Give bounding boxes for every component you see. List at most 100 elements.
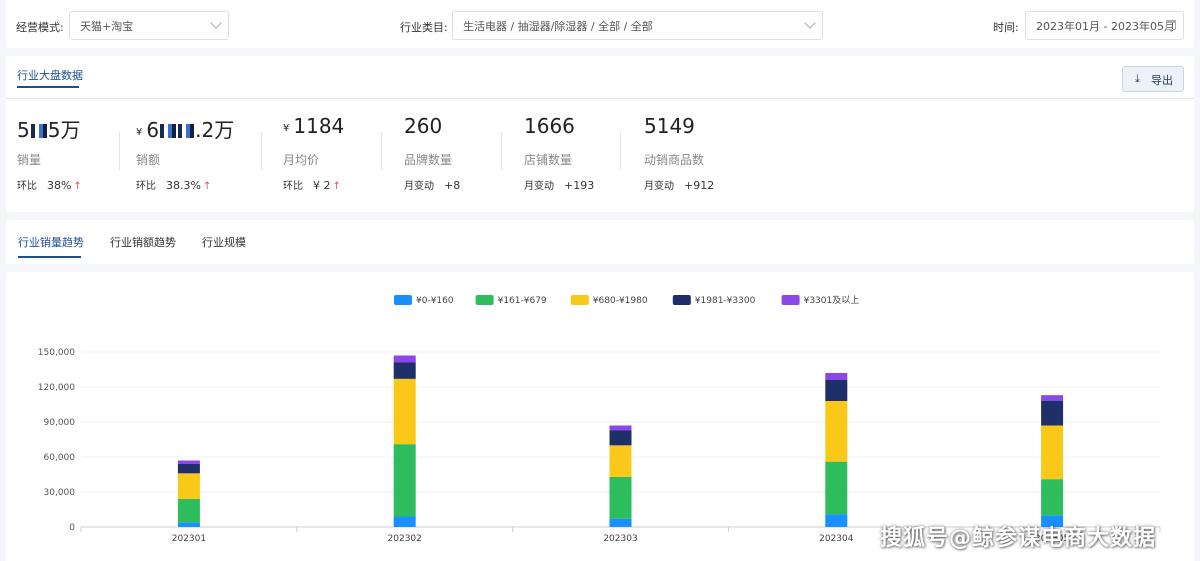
watermark: 搜狐号@鲸参谋电商大数据 (880, 526, 1157, 551)
y-tick-label: 150,000 (38, 348, 75, 358)
export-button[interactable]: ⤓ 导出 (1122, 66, 1184, 92)
bar-segment (609, 476, 632, 519)
metric-divider (501, 132, 502, 170)
arrow-up-icon: ↑ (73, 181, 82, 192)
bar-segment (393, 444, 416, 517)
y-tick-label: 120,000 (38, 383, 75, 393)
mode-value: 天猫+淘宝 (80, 20, 134, 33)
metric-store-count: 1666 店铺数量 月变动 +193 (524, 112, 644, 212)
arrow-up-icon: ↑ (332, 181, 341, 192)
metric-change: 月变动 +8 (404, 179, 461, 192)
bar-segment (1041, 395, 1064, 401)
category-label: 行业类目: (400, 21, 448, 34)
redaction-mosaic (30, 124, 47, 138)
date-range-picker[interactable]: 2023年01月 - 2023年05月 (1025, 11, 1184, 40)
arrow-up-icon: ↑ (202, 181, 212, 192)
metric-divider (119, 132, 120, 170)
category-select[interactable]: 生活电器 / 抽湿器/除湿器 / 全部 / 全部 (452, 11, 823, 40)
redaction-mosaic (178, 124, 195, 138)
category-value: 生活电器 / 抽湿器/除湿器 / 全部 / 全部 (463, 20, 653, 33)
date-range-value: 2023年01月 - 2023年05月 (1036, 20, 1175, 33)
metric-label: 店铺数量 (524, 153, 573, 167)
download-icon: ⤓ (1135, 72, 1140, 85)
legend-label: ¥680-¥1980 (593, 296, 648, 306)
metric-sales-amount: ¥6.2万 销额 环比 38.3% ↑ (136, 112, 256, 212)
bar-segment (825, 461, 848, 515)
filter-bar: 经营模式: 天猫+淘宝 行业类目: 生活电器 / 抽湿器/除湿器 / 全部 / … (6, 0, 1194, 48)
bar-segment (393, 362, 416, 379)
time-label: 时间: (993, 21, 1019, 34)
tab-industry-scale[interactable]: 行业规模 (202, 234, 246, 250)
metric-value: 5 5万 (17, 118, 81, 142)
y-tick-label: 30,000 (44, 488, 76, 498)
y-tick-label: 60,000 (44, 453, 76, 463)
metric-value: 1666 (524, 114, 575, 138)
legend-swatch (475, 295, 494, 305)
legend-swatch (570, 295, 589, 305)
bar-segment (177, 499, 200, 523)
bar-segment (825, 380, 848, 401)
bar-segment (825, 401, 848, 462)
metric-divider (381, 132, 382, 170)
tab-underline (17, 86, 79, 88)
metric-avg-price: ¥1184 月均价 环比 ¥ 2 ↑ (283, 112, 403, 212)
metric-value: ¥6.2万 (136, 118, 235, 142)
bar-segment (177, 522, 200, 527)
metric-change: 环比 38% ↑ (17, 179, 82, 192)
bar-segment (825, 514, 848, 527)
legend-swatch (672, 295, 691, 305)
chart-panel: 0 30,000 60,000 90,000 120,000 150,000 202301 2… (6, 272, 1194, 561)
legend-label: ¥161-¥679 (498, 296, 547, 306)
legend-label: ¥3301及以上 (804, 295, 860, 306)
metric-label: 动销商品数 (644, 153, 705, 167)
tab-industry-overview[interactable]: 行业大盘数据 (17, 67, 83, 83)
bar-segment (1041, 425, 1064, 480)
tab-sales-volume-trend[interactable]: 行业销量趋势 (18, 234, 84, 250)
bar-segment (393, 516, 416, 527)
metric-change: 月变动 +912 (644, 179, 715, 192)
metric-value: 260 (404, 114, 443, 138)
x-tick-label: 202303 (603, 534, 637, 544)
metric-change: 月变动 +193 (524, 179, 595, 192)
metric-divider (261, 132, 262, 170)
redaction-mosaic (160, 124, 177, 138)
metric-label: 品牌数量 (404, 153, 453, 167)
bar-segment (609, 518, 632, 527)
y-tick-label: 0 (69, 523, 75, 533)
metric-divider (620, 132, 621, 170)
metric-label: 月均价 (283, 153, 320, 167)
x-tick-label: 202304 (819, 534, 854, 544)
bar-segment (825, 373, 848, 380)
tab-underline (18, 256, 81, 258)
mode-select[interactable]: 天猫+淘宝 (69, 11, 229, 40)
tab-sales-amount-trend[interactable]: 行业销额趋势 (110, 234, 176, 250)
chevron-down-icon (210, 17, 222, 29)
trend-tabs: 行业销量趋势 行业销额趋势 行业规模 (6, 220, 1194, 264)
legend-swatch (394, 295, 412, 305)
x-tick-label: 202301 (172, 534, 206, 544)
calendar-icon (1166, 20, 1176, 30)
x-tick-label: 202302 (388, 534, 422, 544)
metric-value: 5149 (644, 114, 695, 138)
bar-segment (609, 430, 632, 446)
metric-change: 环比 38.3% ↑ (136, 179, 212, 192)
bar-segment (177, 464, 200, 474)
bar-segment (177, 460, 200, 464)
export-label: 导出 (1151, 74, 1173, 87)
bar-segment (393, 355, 416, 363)
metric-change: 环比 ¥ 2 ↑ (283, 179, 341, 192)
bar-segment (609, 425, 632, 431)
bar-segment (609, 445, 632, 477)
metric-label: 销量 (17, 153, 42, 167)
mode-label: 经营模式: (16, 21, 64, 34)
bar-segment (1041, 401, 1064, 426)
metric-label: 销额 (136, 153, 161, 167)
chevron-down-icon (804, 17, 816, 29)
stacked-bar-chart: 0 30,000 60,000 90,000 120,000 150,000 202301 2… (38, 295, 1161, 544)
metric-brand-count: 260 品牌数量 月变动 +8 (404, 112, 524, 212)
legend-label: ¥1981-¥3300 (695, 296, 756, 306)
bar-segment (1041, 479, 1064, 516)
bar-segment (177, 473, 200, 499)
legend-label: ¥0-¥160 (416, 296, 454, 306)
y-tick-label: 90,000 (44, 418, 76, 428)
